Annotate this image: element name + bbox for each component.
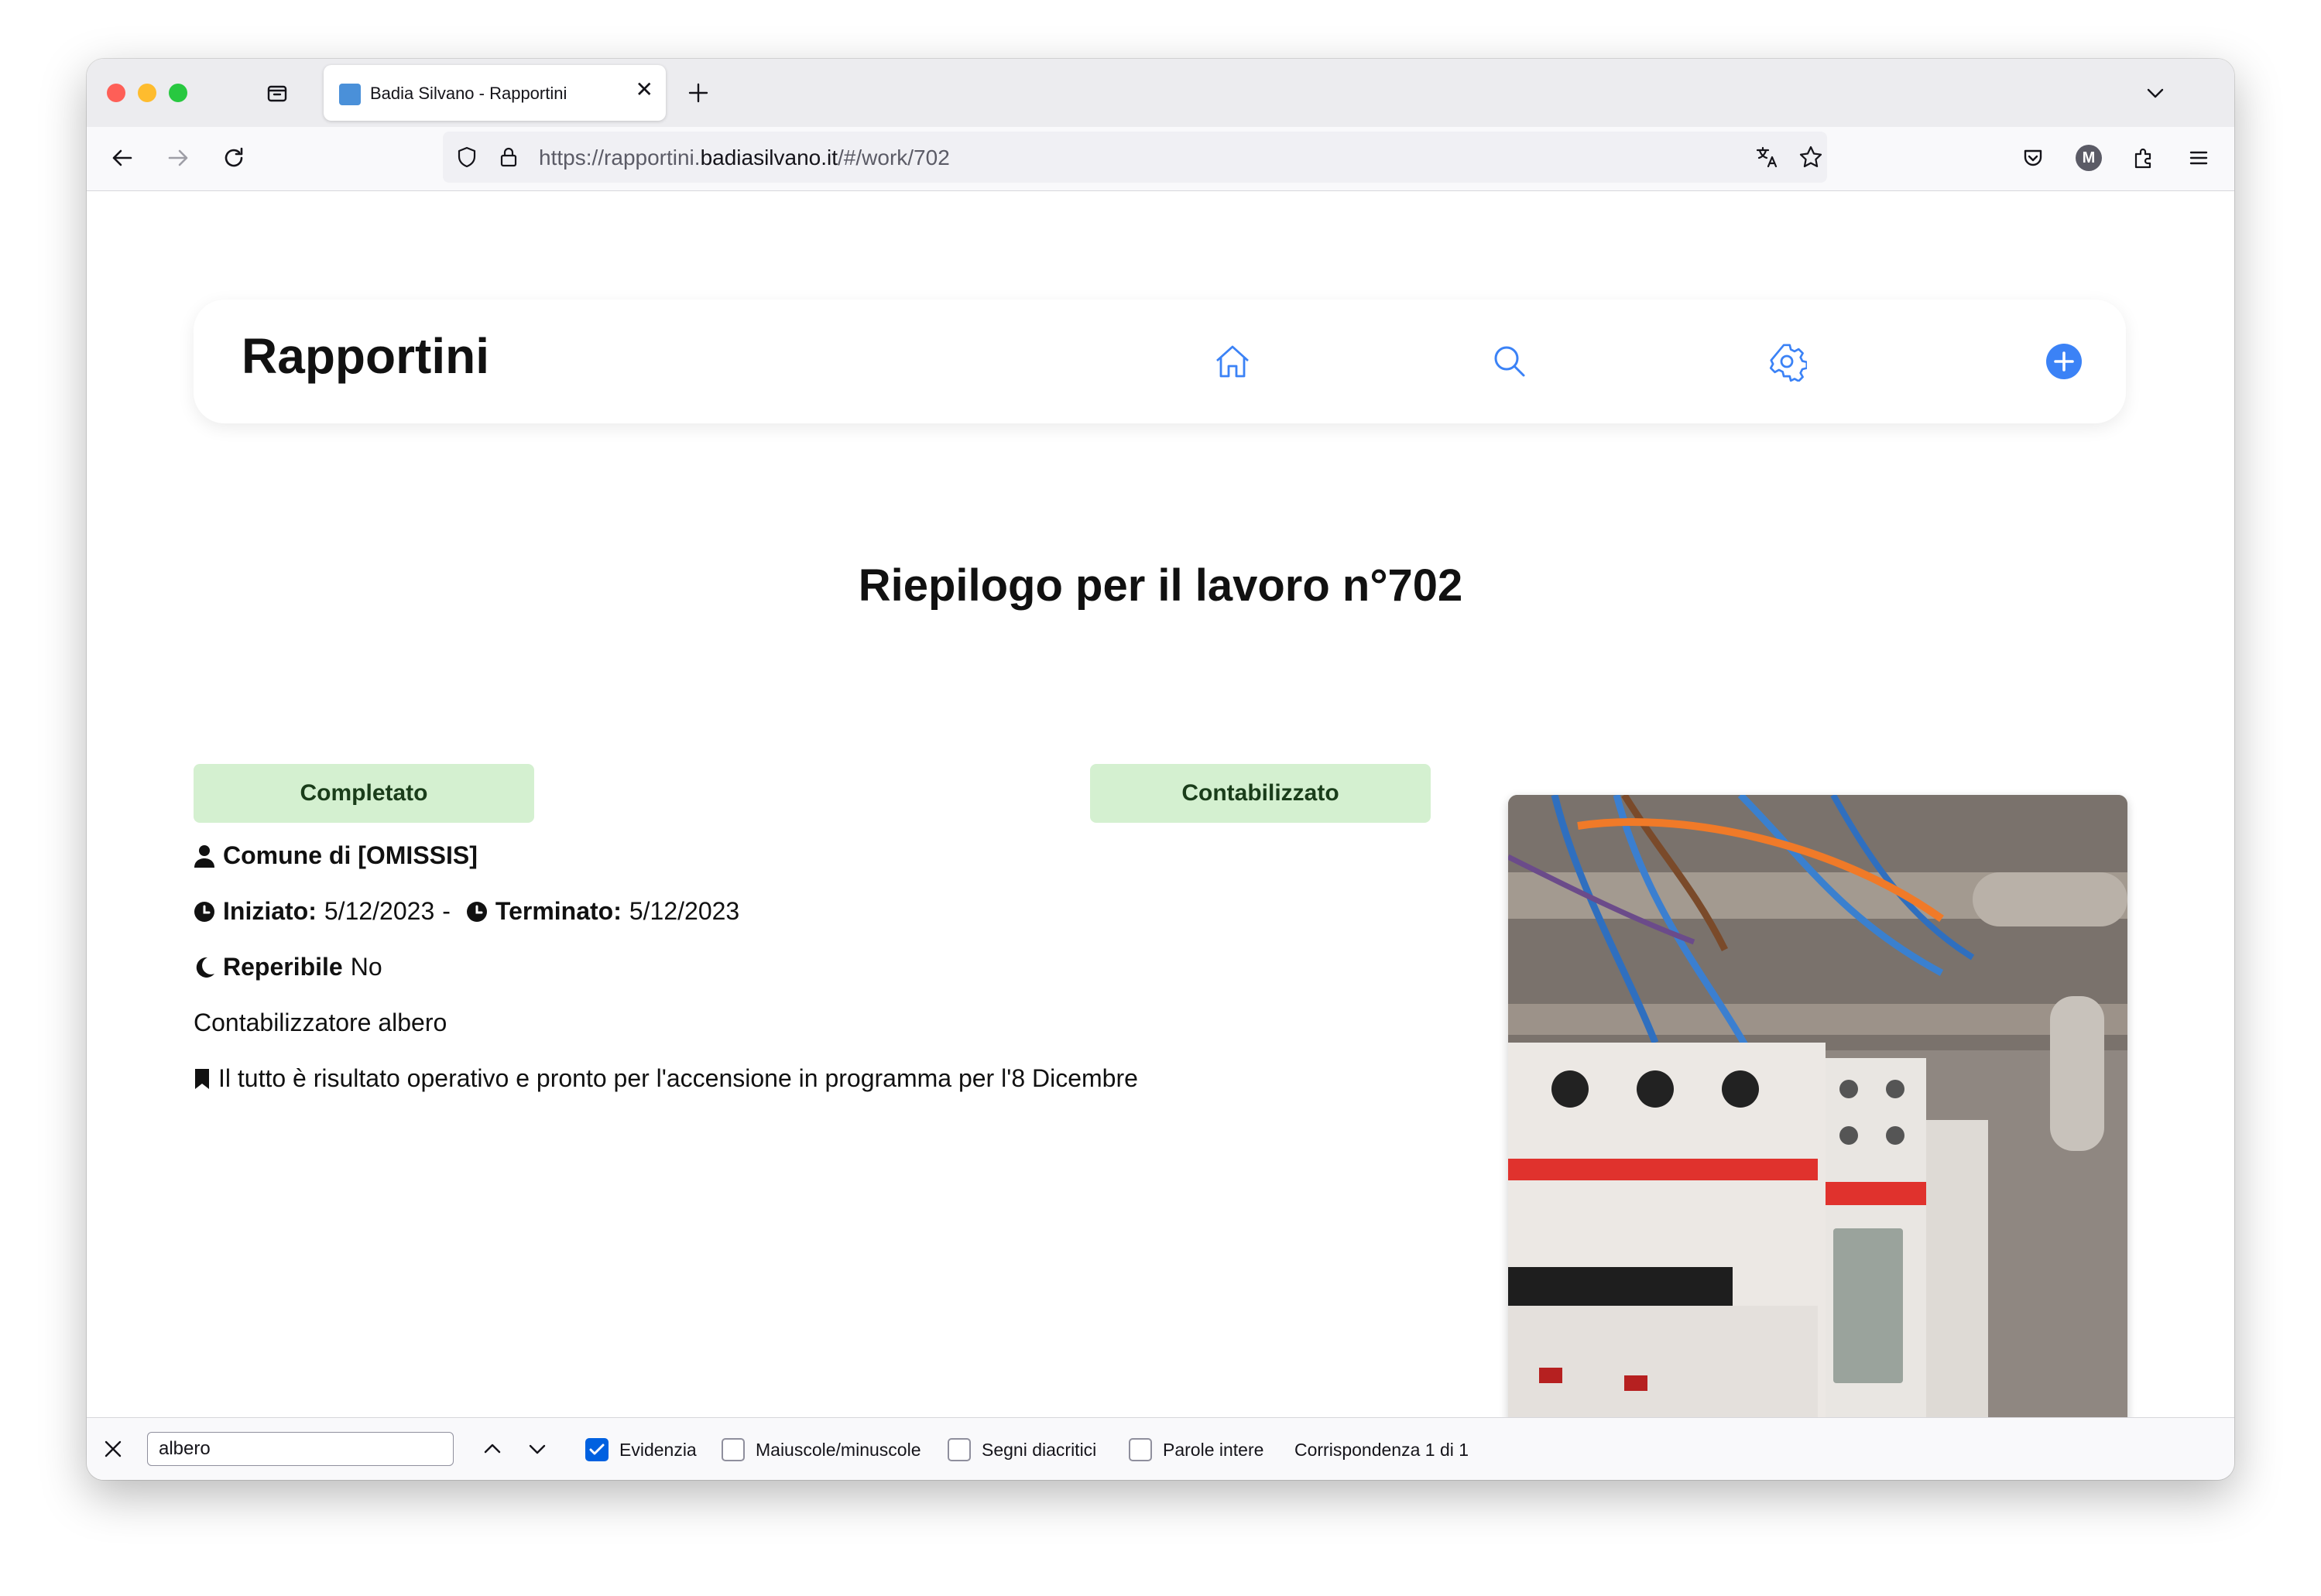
match-diacritics-checkbox[interactable]	[948, 1438, 971, 1461]
app-brand[interactable]: Rapportini	[242, 327, 489, 385]
extensions-puzzle-icon[interactable]	[2127, 142, 2158, 173]
town-crest-icon	[339, 84, 361, 105]
match-case-checkbox[interactable]	[722, 1438, 745, 1461]
lock-icon[interactable]	[494, 142, 523, 172]
match-case-label[interactable]: Maiuscole/minuscole	[756, 1440, 921, 1461]
page-content: Rapportini Riepilogo per il lavoro n°702…	[87, 191, 2234, 1417]
started-label: Iniziato:	[223, 897, 317, 925]
reload-icon[interactable]	[218, 142, 249, 173]
app-header: Rapportini	[194, 300, 2126, 423]
clock-icon	[466, 901, 488, 923]
highlight-checkbox[interactable]	[585, 1438, 609, 1461]
status-badge-accounted: Contabilizzato	[1090, 764, 1431, 823]
on-call-value: No	[350, 953, 382, 981]
user-icon	[194, 844, 215, 868]
electrical-panel-photo[interactable]	[1508, 795, 2127, 1417]
clock-icon	[194, 901, 215, 923]
zoom-window-button[interactable]	[169, 84, 187, 102]
date-separator: -	[442, 897, 451, 925]
pocket-icon[interactable]	[2018, 142, 2048, 173]
dates-row: Iniziato: 5/12/2023 - Terminato: 5/12/20…	[194, 897, 739, 926]
note-row: Il tutto è risultato operativo e pronto …	[194, 1064, 1138, 1093]
tab-title: Badia Silvano - Rapportini	[370, 84, 567, 103]
page-title: Riepilogo per il lavoro n°702	[858, 560, 1463, 611]
account-avatar-initial: M	[2076, 145, 2102, 171]
status-badge-completed: Completato	[194, 764, 534, 823]
work-description: Contabilizzatore albero	[194, 1009, 447, 1036]
list-tabs-chevron-down-icon[interactable]	[2140, 77, 2171, 108]
url-text[interactable]: https://rapportini.badiasilvano.it/#/wor…	[539, 146, 950, 170]
check-icon	[589, 1444, 605, 1455]
plus-circle-icon[interactable]	[2041, 338, 2087, 385]
previous-match-chevron-up-icon[interactable]	[477, 1433, 508, 1464]
client-name: Comune di [OMISSIS]	[223, 841, 478, 869]
search-icon[interactable]	[1486, 338, 1533, 385]
account-avatar[interactable]: M	[2073, 142, 2104, 173]
back-arrow-icon[interactable]	[107, 142, 138, 173]
browser-window: Badia Silvano - Rapportini ✕ https://rap…	[87, 59, 2234, 1480]
work-note: Il tutto è risultato operativo e pronto …	[218, 1064, 1138, 1092]
finished-label: Terminato:	[495, 897, 622, 925]
close-window-button[interactable]	[107, 84, 125, 102]
on-call-label: Reperibile	[223, 953, 343, 981]
navigation-toolbar: https://rapportini.badiasilvano.it/#/wor…	[87, 127, 2234, 191]
find-bar: Evidenzia Maiuscole/minuscole Segni diac…	[87, 1417, 2234, 1480]
translate-icon[interactable]	[1753, 142, 1782, 172]
whole-words-label[interactable]: Parole intere	[1163, 1440, 1263, 1461]
tab-bar: Badia Silvano - Rapportini ✕	[87, 59, 2234, 127]
finished-value: 5/12/2023	[629, 897, 740, 925]
tab-active[interactable]: Badia Silvano - Rapportini ✕	[324, 65, 666, 121]
bookmark-icon	[194, 1067, 211, 1091]
description-row: Contabilizzatore albero	[194, 1009, 447, 1037]
next-match-chevron-down-icon[interactable]	[522, 1433, 553, 1464]
client-row: Comune di [OMISSIS]	[194, 841, 478, 870]
minimize-window-button[interactable]	[138, 84, 156, 102]
address-bar[interactable]: https://rapportini.badiasilvano.it/#/wor…	[443, 132, 1827, 183]
match-diacritics-label[interactable]: Segni diacritici	[982, 1440, 1096, 1461]
bookmark-star-icon[interactable]	[1796, 142, 1826, 172]
find-input[interactable]	[147, 1432, 454, 1466]
menu-hamburger-icon[interactable]	[2183, 142, 2214, 173]
forward-arrow-icon[interactable]	[163, 142, 194, 173]
tab-manager-icon[interactable]	[263, 79, 291, 107]
tab-close-icon[interactable]: ✕	[636, 79, 653, 101]
match-status: Corrispondenza 1 di 1	[1294, 1440, 1469, 1460]
started-value: 5/12/2023	[324, 897, 435, 925]
home-icon[interactable]	[1209, 338, 1256, 385]
gear-icon[interactable]	[1764, 338, 1810, 385]
moon-icon	[194, 956, 215, 979]
new-tab-icon[interactable]	[683, 77, 714, 108]
close-find-bar-icon[interactable]	[98, 1433, 129, 1464]
on-call-row: Reperibile No	[194, 953, 382, 981]
tracking-shield-icon[interactable]	[452, 142, 482, 172]
whole-words-checkbox[interactable]	[1129, 1438, 1152, 1461]
highlight-label[interactable]: Evidenzia	[619, 1440, 697, 1461]
